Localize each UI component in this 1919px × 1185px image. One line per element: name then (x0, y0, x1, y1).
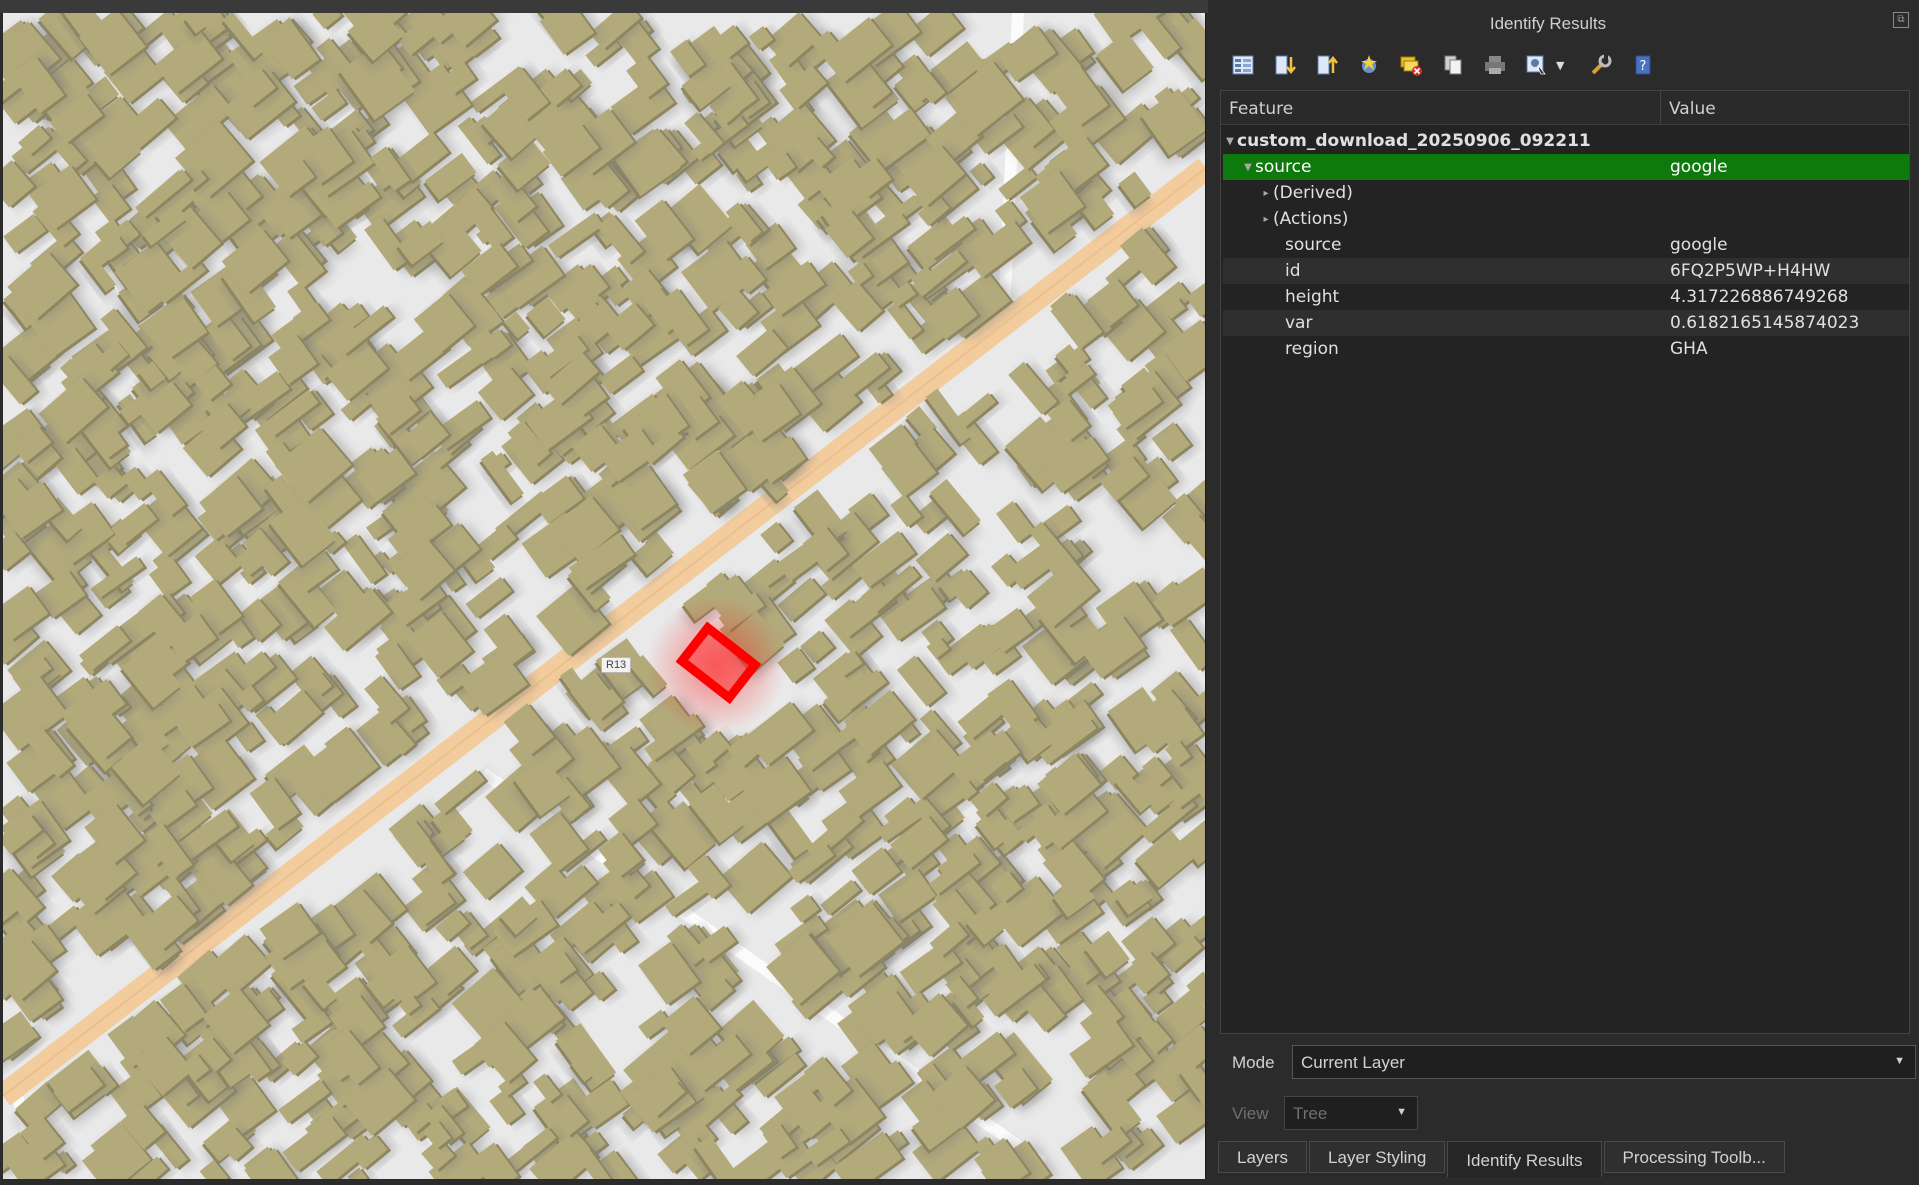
identify-settings-icon[interactable] (1586, 51, 1616, 79)
row-value: 0.6182165145874023 (1670, 313, 1860, 333)
road-label: R13 (601, 657, 632, 673)
results-tree[interactable]: Feature Value ▼ custom_download_20250906… (1220, 90, 1910, 1034)
float-panel-icon[interactable]: ⧉ (1893, 12, 1909, 28)
row-feature: (Derived) (1273, 183, 1353, 203)
row-value: google (1670, 235, 1728, 255)
collapse-caret-icon[interactable]: ▼ (1241, 162, 1255, 173)
layer-name: custom_download_20250906_092211 (1237, 131, 1591, 151)
tab-layer-styling[interactable]: Layer Styling (1309, 1141, 1446, 1173)
expand-caret-icon[interactable]: ▸ (1259, 188, 1273, 199)
row-feature: (Actions) (1273, 209, 1349, 229)
mode-label: Mode (1232, 1053, 1275, 1072)
row-feature: source (1255, 157, 1312, 177)
row-value: 6FQ2P5WP+H4HW (1670, 261, 1831, 281)
panel-title: Identify Results (1489, 14, 1607, 33)
tree-row-actions[interactable]: ▸ (Actions) (1223, 206, 1909, 232)
print-icon[interactable] (1480, 51, 1510, 79)
row-feature: height (1285, 287, 1340, 307)
map-canvas[interactable]: R13 (3, 13, 1206, 1179)
chevron-down-icon: ▼ (1894, 1055, 1905, 1067)
expand-all-icon[interactable] (1270, 51, 1300, 79)
identify-results-panel: Identify Results ⧉ ▼ ? Feature Value ▼ c… (1208, 0, 1919, 1185)
tree-row-attribute-region[interactable]: region GHA (1223, 336, 1909, 362)
map-svg (3, 13, 1205, 1179)
row-feature: var (1285, 313, 1313, 333)
tree-row-attribute-var[interactable]: var 0.6182165145874023 (1223, 310, 1909, 336)
value-column-header[interactable]: Value (1661, 91, 1724, 124)
view-select[interactable]: Tree ▼ (1284, 1096, 1418, 1130)
identify-toolbar: ▼ ? (1228, 50, 1670, 80)
row-value: 4.317226886749268 (1670, 287, 1849, 307)
row-feature: source (1285, 235, 1342, 255)
tree-row-attribute-height[interactable]: height 4.317226886749268 (1223, 284, 1909, 310)
mode-select[interactable]: Current Layer ▼ (1292, 1045, 1916, 1079)
dock-tabs: Layers Layer Styling Identify Results Pr… (1218, 1141, 1787, 1177)
tree-header: Feature Value (1221, 91, 1909, 125)
tree-row-attribute-id[interactable]: id 6FQ2P5WP+H4HW (1223, 258, 1909, 284)
mode-select-value: Current Layer (1301, 1053, 1405, 1072)
chevron-down-icon: ▼ (1396, 1106, 1407, 1118)
tab-processing-toolbox[interactable]: Processing Toolb... (1603, 1141, 1785, 1173)
view-select-value: Tree (1293, 1104, 1328, 1123)
tree-row-derived[interactable]: ▸ (Derived) (1223, 180, 1909, 206)
collapse-caret-icon[interactable]: ▼ (1223, 136, 1237, 147)
copy-feature-icon[interactable] (1438, 51, 1468, 79)
row-value: google (1670, 157, 1728, 177)
tree-row-attribute-source[interactable]: source google (1223, 232, 1909, 258)
expand-tree-icon[interactable] (1228, 51, 1258, 79)
tree-row-source-selected[interactable]: ▼ source google (1223, 154, 1909, 180)
row-feature: region (1285, 339, 1339, 359)
select-features-icon[interactable] (1522, 51, 1552, 79)
expand-caret-icon[interactable]: ▸ (1259, 214, 1273, 225)
clear-results-icon[interactable] (1396, 51, 1426, 79)
layer-row[interactable]: ▼ custom_download_20250906_092211 (1223, 128, 1909, 154)
row-value: GHA (1670, 339, 1708, 359)
tab-identify-results[interactable]: Identify Results (1447, 1141, 1602, 1177)
collapse-all-icon[interactable] (1312, 51, 1342, 79)
row-feature: id (1285, 261, 1301, 281)
help-icon[interactable]: ? (1628, 51, 1658, 79)
feature-column-header[interactable]: Feature (1221, 91, 1661, 124)
view-label: View (1232, 1104, 1269, 1123)
highlight-features-icon[interactable] (1354, 51, 1384, 79)
select-features-dropdown-icon[interactable]: ▼ (1556, 59, 1568, 72)
tab-layers[interactable]: Layers (1218, 1141, 1308, 1173)
